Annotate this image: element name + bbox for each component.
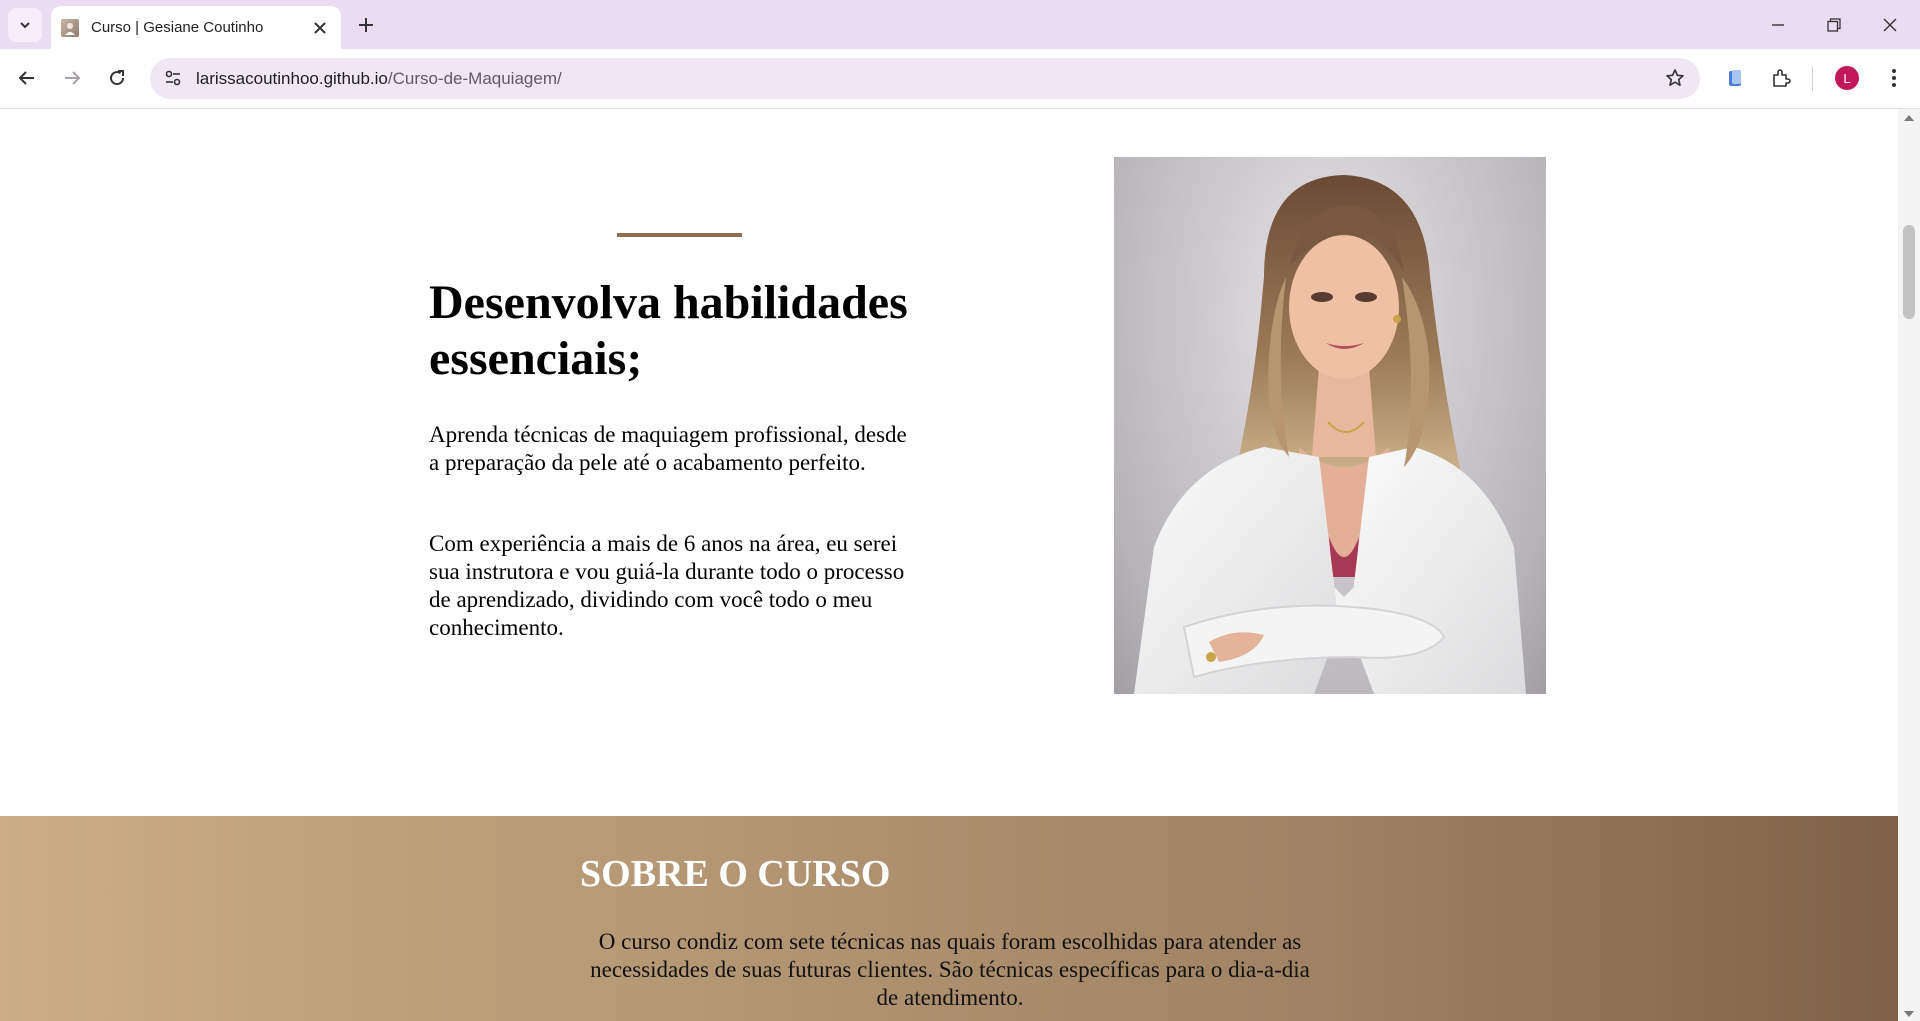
restore-icon: [1827, 17, 1841, 32]
reload-button[interactable]: [100, 61, 134, 95]
url-path: /Curso-de-Maquiagem/: [387, 69, 562, 88]
close-icon: [1883, 18, 1897, 31]
extensions-icon[interactable]: [1764, 61, 1798, 95]
close-window-button[interactable]: [1862, 0, 1918, 49]
page-viewport: Desenvolva habilidades essenciais; Apren…: [0, 109, 1898, 1021]
chevron-down-icon: [20, 22, 30, 29]
forward-button[interactable]: [55, 61, 89, 95]
about-course-section: SOBRE O CURSO O curso condiz com sete té…: [0, 816, 1898, 1021]
about-title: SOBRE O CURSO: [580, 853, 891, 895]
tab-title: Curso | Gesiane Coutinho: [91, 19, 264, 36]
plus-icon: [359, 18, 373, 32]
tab-bar: Curso | Gesiane Coutinho: [0, 0, 1920, 49]
toolbar-divider: [1812, 67, 1813, 91]
back-button[interactable]: [10, 61, 44, 95]
page-scrollbar[interactable]: [1898, 109, 1920, 1021]
tab-favicon-icon: [61, 18, 79, 37]
hero-paragraph-2: Com experiência a mais de 6 anos na área…: [429, 531, 905, 640]
hero-title: Desenvolva habilidades essenciais;: [429, 276, 908, 385]
browser-toolbar: larissacoutinhoo.github.io/Curso-de-Maqu…: [0, 49, 1920, 109]
scroll-down-arrow-icon[interactable]: [1904, 1011, 1914, 1017]
scroll-thumb[interactable]: [1903, 225, 1915, 319]
bookmark-star-icon[interactable]: [1660, 63, 1690, 93]
hero-paragraph-1: Aprenda técnicas de maquiagem profission…: [429, 422, 907, 475]
minimize-icon: [1772, 23, 1784, 26]
url-host: larissacoutinhoo.github.io: [196, 69, 388, 88]
tab-manager-icon[interactable]: [1718, 61, 1752, 95]
menu-kebab-icon[interactable]: [1877, 61, 1911, 95]
address-bar[interactable]: larissacoutinhoo.github.io/Curso-de-Maqu…: [150, 58, 1700, 99]
reload-icon: [110, 70, 125, 86]
close-tab-icon[interactable]: [307, 15, 333, 41]
new-tab-button[interactable]: [351, 10, 381, 40]
scroll-up-arrow-icon[interactable]: [1904, 115, 1914, 121]
arrow-right-icon: [65, 71, 81, 85]
instructor-photo: [1114, 157, 1546, 694]
restore-button[interactable]: [1806, 0, 1862, 49]
minimize-button[interactable]: [1750, 0, 1806, 49]
title-accent-line: [617, 233, 742, 237]
about-text: O curso condiz com sete técnicas nas qua…: [590, 929, 1310, 1010]
site-info-icon[interactable]: [158, 63, 188, 93]
profile-avatar[interactable]: L: [1835, 66, 1859, 90]
url-text[interactable]: larissacoutinhoo.github.io/Curso-de-Maqu…: [196, 69, 562, 89]
active-tab[interactable]: Curso | Gesiane Coutinho: [51, 6, 341, 49]
tab-search-button[interactable]: [8, 8, 42, 42]
arrow-left-icon: [18, 71, 34, 85]
